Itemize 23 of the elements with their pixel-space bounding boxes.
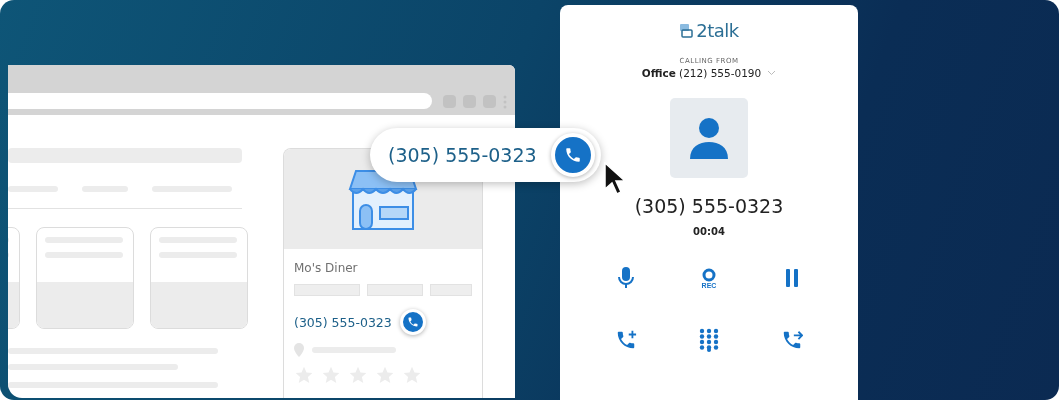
phone-icon bbox=[563, 146, 582, 164]
microphone-icon bbox=[617, 267, 635, 289]
phone-icon bbox=[406, 316, 419, 328]
location-pin-icon bbox=[294, 343, 304, 357]
phone-link[interactable]: (305) 555-0323 bbox=[294, 314, 392, 330]
keypad-icon bbox=[699, 328, 719, 352]
record-icon bbox=[702, 267, 716, 282]
placeholder-field bbox=[430, 284, 472, 296]
placeholder-field bbox=[366, 284, 424, 296]
callout-phone-number: (305) 555-0323 bbox=[388, 144, 537, 166]
mouse-pointer-icon bbox=[604, 162, 626, 196]
logo-text: 2talk bbox=[696, 20, 739, 41]
call-timer: 00:04 bbox=[693, 226, 725, 237]
phone-plus-icon bbox=[615, 329, 637, 351]
caller-line[interactable]: Office (212) 555-0190 bbox=[641, 67, 762, 79]
pause-icon bbox=[785, 269, 799, 287]
person-icon bbox=[688, 117, 730, 159]
callee-number: (305) 555-0323 bbox=[634, 195, 784, 217]
logo-icon bbox=[679, 22, 694, 39]
phone-arrow-icon bbox=[781, 329, 803, 351]
placeholder-bar bbox=[8, 186, 58, 192]
business-name: Mo's Diner bbox=[294, 261, 359, 275]
placeholder-field bbox=[294, 284, 360, 296]
